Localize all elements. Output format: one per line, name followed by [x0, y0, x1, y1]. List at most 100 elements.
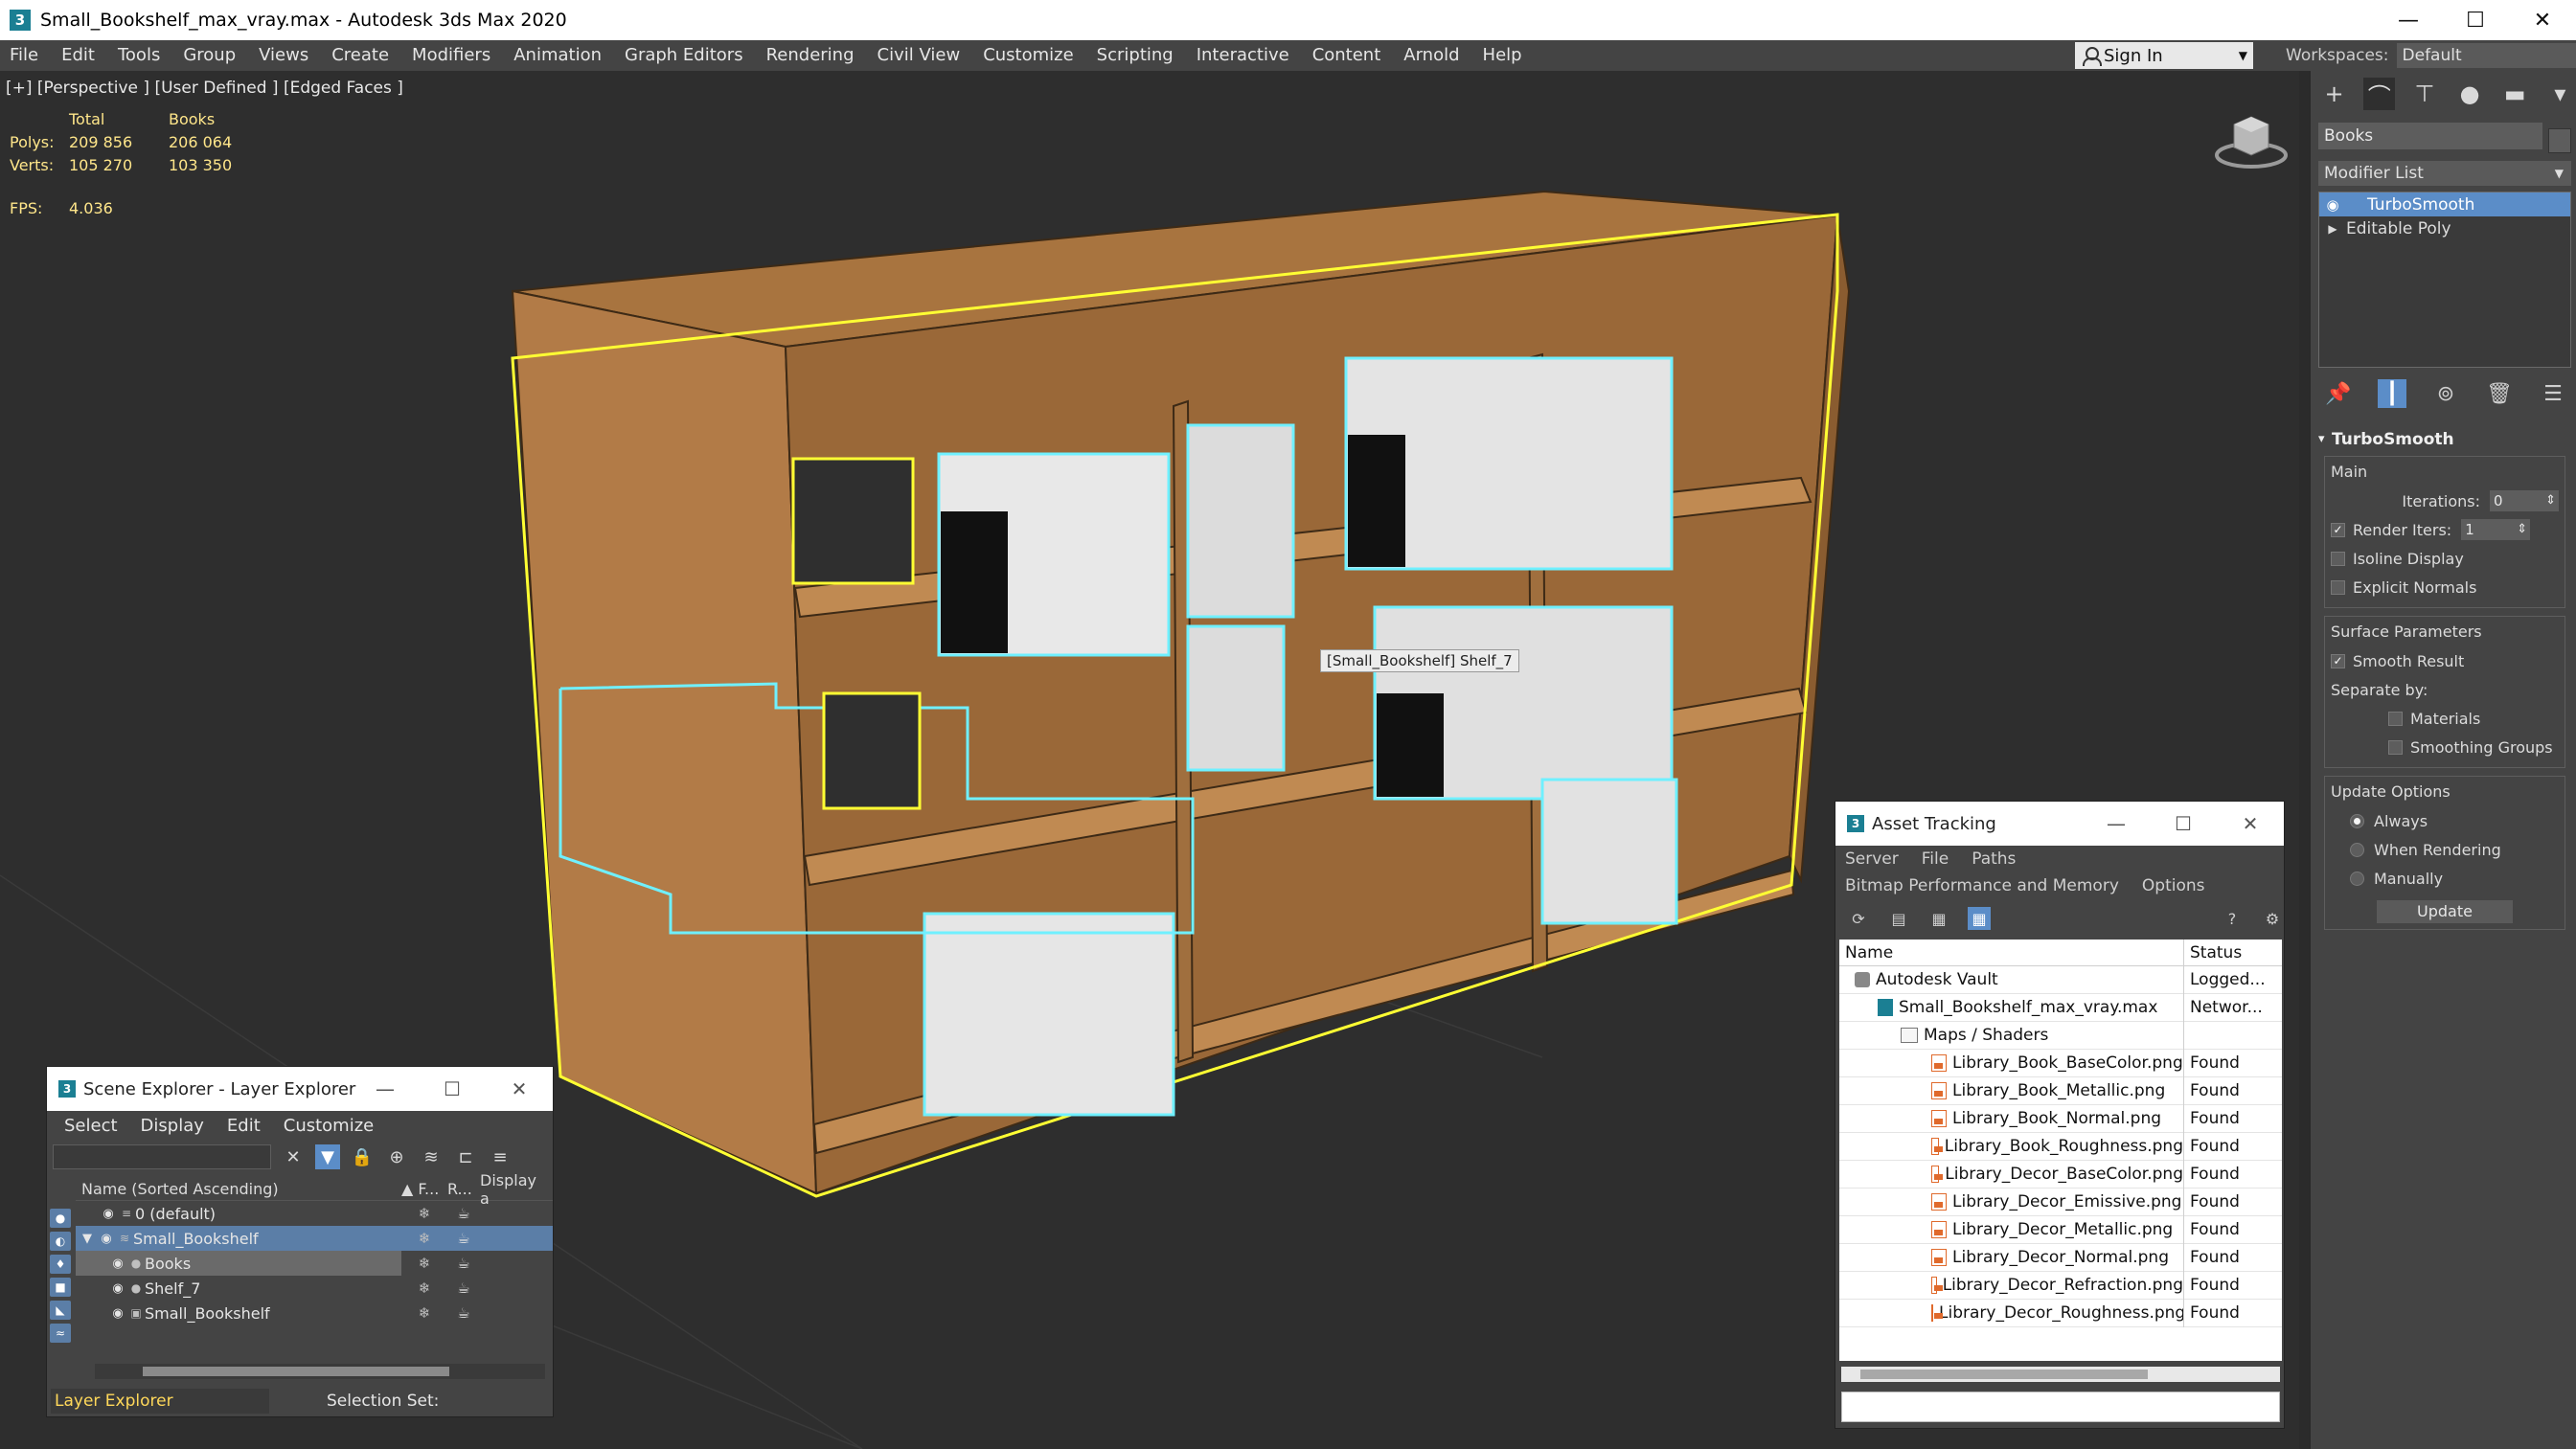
always-radio[interactable] [2350, 813, 2364, 828]
layers-icon[interactable]: ≋ [419, 1144, 444, 1169]
filter-icon[interactable]: ▼ [315, 1144, 340, 1169]
close-button[interactable]: ✕ [2217, 802, 2284, 846]
explorer-type-dropdown[interactable]: Layer Explorer [51, 1389, 269, 1414]
manually-radio[interactable] [2350, 871, 2364, 886]
menu-options[interactable]: Options [2142, 876, 2205, 895]
menu-modifiers[interactable]: Modifiers [400, 40, 502, 71]
refresh-icon[interactable]: ⟳ [1847, 907, 1870, 930]
tree-row[interactable]: ◉ ▣ Small_Bookshelf ❄ ☕ [76, 1301, 553, 1325]
column-render[interactable]: R... [447, 1180, 480, 1198]
viewport-label[interactable]: [+] [Perspective ] [User Defined ] [Edge… [6, 79, 403, 98]
minimize-button[interactable]: — [2083, 802, 2150, 846]
asset-row[interactable]: Library_Decor_Emissive.png Found [1839, 1188, 2282, 1216]
menu-edit[interactable]: Edit [216, 1116, 272, 1136]
object-name-field[interactable]: Books [2318, 123, 2542, 149]
thumbnail-view-icon[interactable]: ▦ [1927, 907, 1950, 930]
eye-icon[interactable]: ◉ [108, 1281, 127, 1296]
object-color-swatch[interactable] [2548, 128, 2571, 153]
asset-path-input[interactable] [1841, 1392, 2280, 1422]
render-teapot-icon[interactable]: ☕ [447, 1279, 480, 1297]
show-end-result-icon[interactable]: ┃ [2378, 379, 2406, 408]
close-button[interactable]: ✕ [2509, 0, 2576, 40]
table-view-icon[interactable]: ▦ [1968, 907, 1991, 930]
menu-graph-editors[interactable]: Graph Editors [613, 40, 755, 71]
create-tab-icon[interactable]: + [2318, 78, 2350, 110]
asset-row[interactable]: Library_Book_Roughness.png Found [1839, 1132, 2282, 1161]
menu-help[interactable]: Help [1471, 40, 1534, 71]
pin-stack-icon[interactable]: 📌 [2324, 379, 2353, 408]
asset-row[interactable]: Small_Bookshelf_max_vray.max Networ... [1839, 993, 2282, 1022]
render-teapot-icon[interactable]: ☕ [447, 1230, 480, 1247]
stack-item-editable-poly[interactable]: ▶ Editable Poly [2319, 216, 2570, 240]
asset-row[interactable]: Library_Decor_Roughness.png Found [1839, 1299, 2282, 1327]
scrollbar-thumb[interactable] [143, 1367, 449, 1376]
utilities-tab-icon[interactable]: ▾ [2544, 78, 2576, 110]
asset-row[interactable]: Library_Book_Normal.png Found [1839, 1104, 2282, 1133]
remove-modifier-icon[interactable]: 🗑 [2485, 379, 2514, 408]
isoline-display-checkbox[interactable] [2331, 551, 2345, 566]
explicit-normals-checkbox[interactable] [2331, 579, 2345, 595]
book-stack-2[interactable] [1186, 423, 1295, 619]
maximize-button[interactable]: ☐ [2150, 802, 2217, 846]
asset-row[interactable]: Library_Decor_Metallic.png Found [1839, 1215, 2282, 1244]
add-layer-icon[interactable]: ⊕ [384, 1144, 409, 1169]
expand-triangle-icon[interactable]: ▶ [2319, 222, 2346, 236]
asset-row[interactable]: Library_Book_BaseColor.png Found [1839, 1049, 2282, 1077]
sign-in-dropdown[interactable]: Sign In ▼ [2075, 42, 2253, 69]
book-stack-5[interactable] [1186, 624, 1286, 772]
freeze-icon[interactable]: ❄ [401, 1230, 447, 1247]
update-button[interactable]: Update [2377, 900, 2513, 923]
column-name[interactable]: Name [1839, 939, 2184, 966]
asset-row[interactable]: Library_Decor_BaseColor.png Found [1839, 1160, 2282, 1189]
asset-row[interactable]: Library_Book_Metallic.png Found [1839, 1076, 2282, 1105]
asset-row[interactable]: Library_Decor_Refraction.png Found [1839, 1271, 2282, 1300]
eye-icon[interactable]: ◉ [2319, 196, 2346, 214]
scrollbar-thumb[interactable] [1860, 1370, 2148, 1379]
eye-icon[interactable]: ◉ [97, 1232, 116, 1246]
menu-scripting[interactable]: Scripting [1085, 40, 1185, 71]
help-icon[interactable]: ? [2221, 907, 2244, 930]
asset-row[interactable]: Autodesk Vault Logged... [1839, 965, 2282, 994]
workspace-dropdown[interactable]: Default ▼ [2396, 43, 2576, 68]
iterations-spinner[interactable]: 0 [2490, 490, 2559, 511]
display-tab-icon[interactable]: ▬ [2499, 78, 2531, 110]
menu-file[interactable]: File [1922, 849, 1949, 869]
freeze-icon[interactable]: ❄ [401, 1304, 447, 1322]
smooth-result-checkbox[interactable]: ✓ [2331, 653, 2345, 668]
menu-display[interactable]: Display [129, 1116, 216, 1136]
menu-customize[interactable]: Customize [272, 1116, 385, 1136]
render-teapot-icon[interactable]: ☕ [447, 1304, 480, 1322]
menu-select[interactable]: Select [53, 1116, 129, 1136]
tree-row[interactable]: ◉ ● Books ❄ ☕ [76, 1251, 553, 1276]
minimize-button[interactable]: — [2375, 0, 2442, 40]
menu-interactive[interactable]: Interactive [1185, 40, 1301, 71]
tree-row[interactable]: ◉ ● Shelf_7 ❄ ☕ [76, 1276, 553, 1301]
maximize-button[interactable]: ☐ [419, 1067, 486, 1111]
column-frozen[interactable]: ▲ F... [401, 1180, 447, 1198]
menu-create[interactable]: Create [320, 40, 400, 71]
motion-tab-icon[interactable]: ● [2454, 78, 2486, 110]
horizontal-scrollbar[interactable] [95, 1364, 545, 1379]
menu-file[interactable]: File [0, 40, 50, 71]
hierarchy-icon[interactable]: ⊏ [453, 1144, 478, 1169]
menu-paths[interactable]: Paths [1972, 849, 2016, 869]
modify-tab-icon[interactable]: ⌒ [2363, 78, 2396, 110]
display-cameras-icon[interactable]: ■ [50, 1278, 71, 1297]
lock-icon[interactable]: 🔒 [350, 1144, 375, 1169]
eye-icon[interactable]: ◉ [108, 1306, 127, 1321]
viewcube-icon[interactable] [2211, 105, 2291, 172]
freeze-icon[interactable]: ❄ [401, 1205, 447, 1222]
display-shapes-icon[interactable]: ◐ [50, 1232, 71, 1251]
display-spacewarps-icon[interactable]: ≈ [50, 1324, 71, 1343]
find-input[interactable] [53, 1144, 271, 1169]
menu-animation[interactable]: Animation [502, 40, 613, 71]
horizontal-scrollbar[interactable] [1841, 1367, 2280, 1382]
maximize-button[interactable]: ☐ [2442, 0, 2509, 40]
render-iters-spinner[interactable]: 1 [2461, 519, 2531, 540]
menu-group[interactable]: Group [171, 40, 247, 71]
menu-bitmap-performance[interactable]: Bitmap Performance and Memory [1845, 876, 2119, 895]
menu-tools[interactable]: Tools [106, 40, 171, 71]
tree-row[interactable]: ▼ ◉ ≋ Small_Bookshelf ❄ ☕ [76, 1226, 553, 1251]
freeze-icon[interactable]: ❄ [401, 1279, 447, 1297]
asset-row[interactable]: Maps / Shaders [1839, 1021, 2282, 1050]
